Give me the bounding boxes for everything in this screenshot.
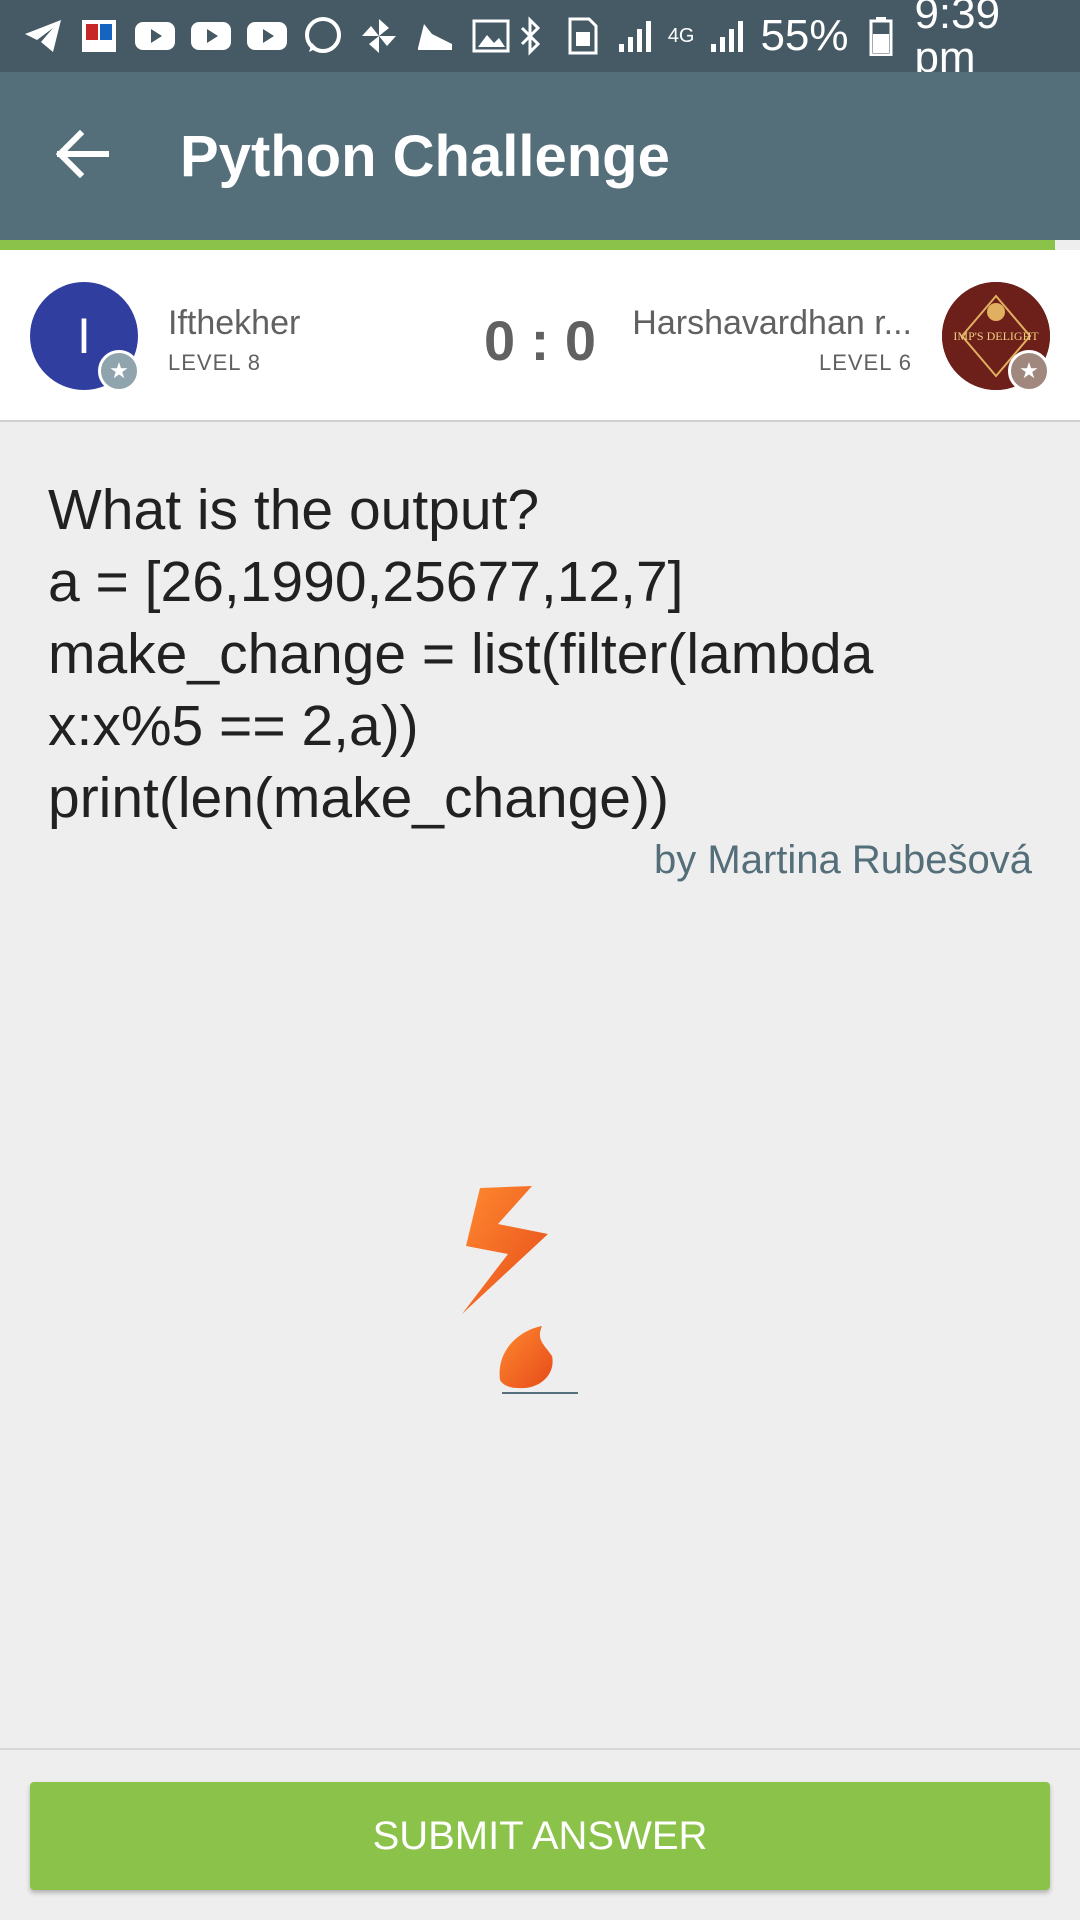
players-bar: I ★ Ifthekher LEVEL 8 0 : 0 Harshavardha… <box>0 250 1080 422</box>
player-name: Ifthekher <box>168 304 301 342</box>
youtube-icon <box>134 15 176 57</box>
avatar-initial: I <box>77 308 91 364</box>
image-icon <box>470 15 512 57</box>
app-bar: Python Challenge <box>0 72 1080 240</box>
question-line: x:x%5 == 2,a)) <box>48 694 419 758</box>
telegram-icon <box>22 15 64 57</box>
app-icon <box>78 15 120 57</box>
question-author: by Martina Rubešová <box>654 838 1032 882</box>
signal-icon <box>709 15 747 57</box>
signal-icon <box>616 15 654 57</box>
back-button[interactable] <box>22 96 142 216</box>
status-bar-system: 4G 55% 9:39 pm <box>512 0 1058 80</box>
star-badge-icon: ★ <box>98 350 140 392</box>
opponent-avatar-logo-text: IMP'S DELIGHT <box>953 329 1039 343</box>
question-line: a = [26,1990,25677,12,7] <box>48 550 684 614</box>
bluetooth-icon <box>512 15 550 57</box>
battery-icon <box>863 15 901 57</box>
network-type: 4G <box>667 25 695 47</box>
loading-animation-icon <box>460 1180 600 1410</box>
battery-percent: 55% <box>760 11 849 60</box>
player-level: LEVEL 8 <box>168 350 262 375</box>
opponent-name: Harshavardhan r... <box>632 304 912 342</box>
shoe-icon <box>414 15 456 57</box>
sim-icon <box>564 15 602 57</box>
progress-bar-remaining <box>1055 240 1080 250</box>
whatsapp-icon <box>302 15 344 57</box>
clock: 9:39 pm <box>914 0 1001 82</box>
question-line: print(len(make_change)) <box>48 766 669 830</box>
question-text: What is the output? a = [26,1990,25677,1… <box>48 474 1032 834</box>
score: 0 : 0 <box>483 309 597 372</box>
pinwheel-icon <box>358 15 400 57</box>
footer-divider <box>0 1748 1080 1750</box>
status-bar-notifications <box>22 15 512 57</box>
youtube-icon <box>246 15 288 57</box>
star-badge-icon: ★ <box>1008 350 1050 392</box>
status-bar: 4G 55% 9:39 pm <box>0 0 1080 80</box>
opponent-level: LEVEL 6 <box>818 350 912 375</box>
submit-answer-button[interactable]: SUBMIT ANSWER <box>30 1782 1050 1890</box>
question-line: make_change = list(filter(lambda <box>48 622 874 686</box>
page-title: Python Challenge <box>180 123 670 189</box>
arrow-back-icon <box>54 129 110 183</box>
question-line: What is the output? <box>48 478 540 542</box>
progress-bar <box>0 240 1055 250</box>
youtube-icon <box>190 15 232 57</box>
